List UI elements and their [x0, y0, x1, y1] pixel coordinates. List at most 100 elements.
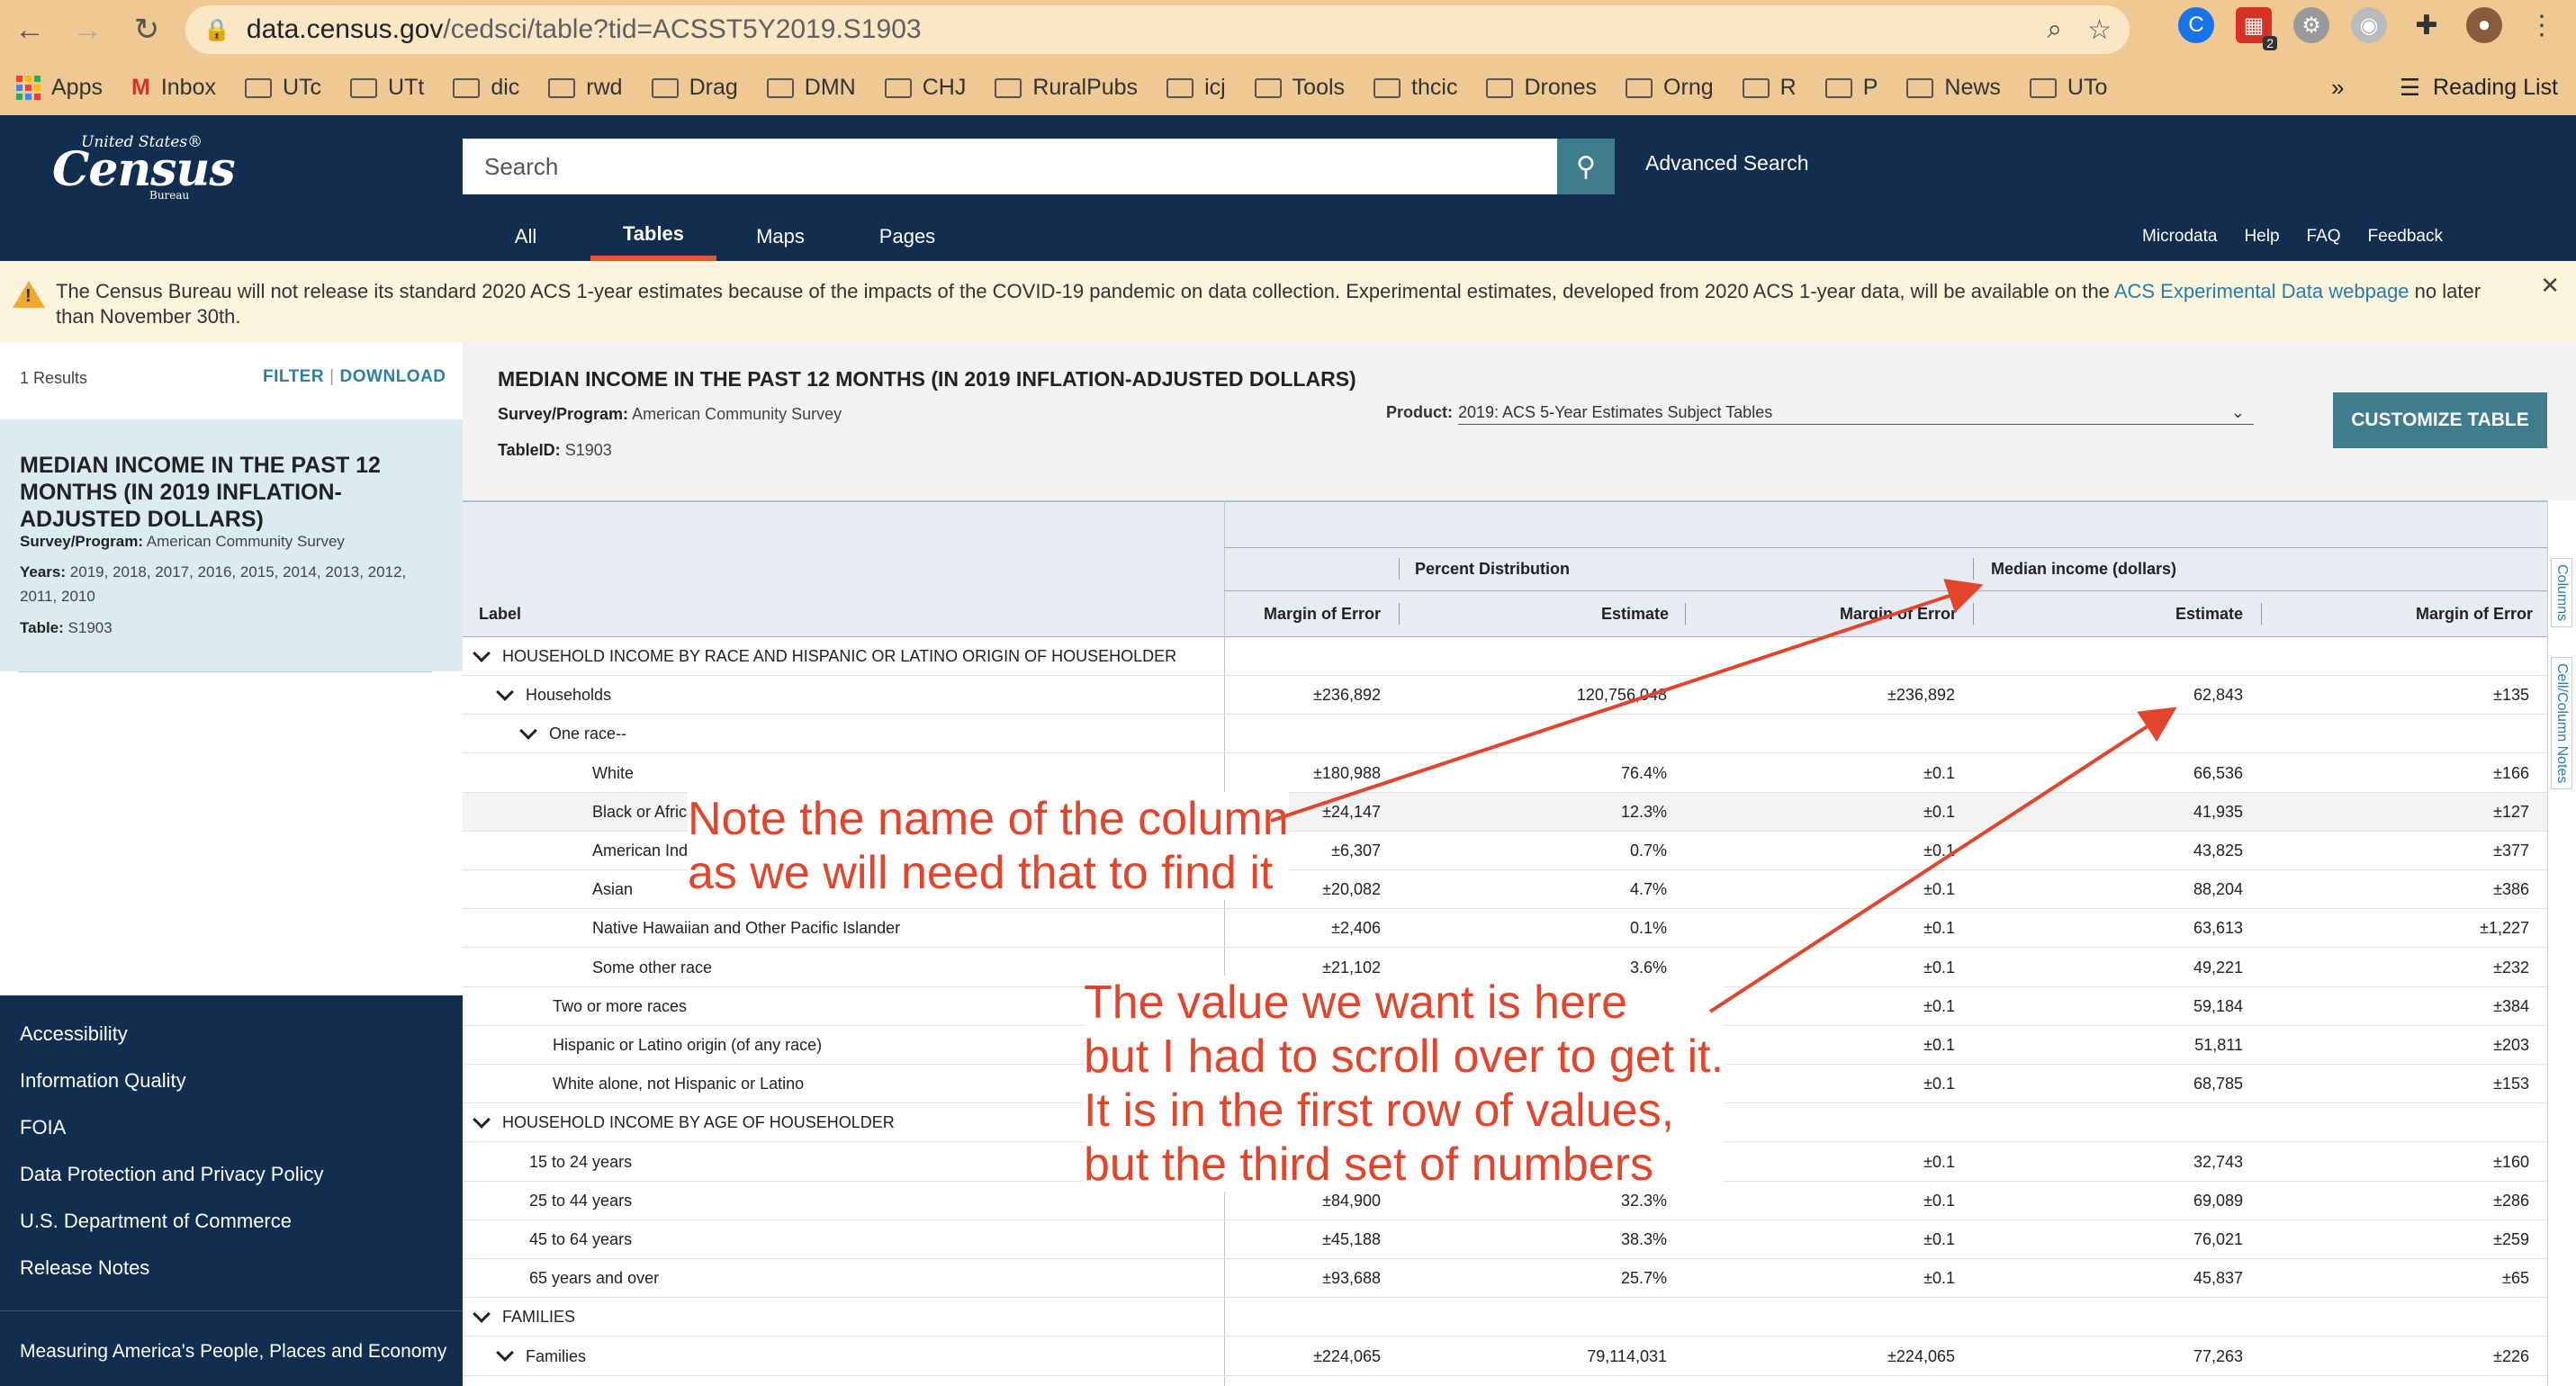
bookmark-p[interactable]: P [1824, 75, 1878, 101]
bookmark-apps[interactable]: Apps [16, 75, 103, 101]
table-row[interactable]: One race-- [463, 715, 2547, 754]
bookmark-dic[interactable]: dic [453, 75, 519, 101]
bookmark-news[interactable]: News [1906, 75, 2001, 101]
table-cell [1973, 715, 2261, 753]
table-row[interactable]: 65 years and over ±93,688 25.7% ±0.1 45,837 ±… [463, 1259, 2547, 1299]
feedback-link[interactable]: Feedback [2368, 227, 2443, 247]
chevron-down-icon[interactable] [519, 721, 537, 740]
bookmark-rwd[interactable]: rwd [548, 75, 623, 101]
table-cell: 32,743 [2193, 1152, 2243, 1171]
table-row[interactable]: Households ±236,892 120,756,048 ±236,892 62,… [463, 676, 2547, 716]
columns-tab[interactable]: Columns [2551, 558, 2572, 628]
bookmark-r[interactable]: R [1742, 75, 1797, 101]
tab-all[interactable]: All [493, 212, 558, 261]
cell-column-notes-tab[interactable]: Cell/Column Notes [2551, 657, 2572, 790]
reload-icon[interactable]: ↻ [126, 9, 167, 50]
bookmark-drones[interactable]: Drones [1486, 75, 1597, 101]
back-icon[interactable]: ← [9, 9, 50, 50]
extension-calendar-icon[interactable]: ▦ 2 [2236, 7, 2277, 50]
help-link[interactable]: Help [2244, 227, 2279, 247]
column-header-moe-3[interactable]: Margin of Error [2261, 605, 2533, 624]
bookmark-orng[interactable]: Orng [1626, 75, 1714, 101]
extensions-puzzle-icon[interactable]: ✚ [2409, 7, 2445, 43]
bookmark-thcic[interactable]: thcic [1374, 75, 1457, 101]
reading-list-button[interactable]: ☰ Reading List [2400, 65, 2558, 110]
table-cell: ±224,065 [1313, 1346, 1381, 1365]
table-cell: 25.7% [1620, 1269, 1667, 1288]
extension-camera-icon[interactable]: ◉ [2351, 7, 2387, 43]
table-cell [2261, 715, 2547, 753]
extension-gear-icon[interactable]: ⚙ [2293, 7, 2329, 43]
table-cell: ±0.1 [1923, 1036, 1955, 1054]
product-select[interactable]: Product: 2019: ACS 5-Year Estimates Subje… [1386, 403, 2254, 425]
table-cell: ±0.1 [1923, 958, 1955, 976]
search-button[interactable]: ⚲ [1557, 139, 1615, 194]
search-input[interactable]: Search [463, 139, 1557, 194]
tab-maps[interactable]: Maps [740, 212, 821, 261]
row-label: Native Hawaiian and Other Pacific Island… [592, 919, 901, 938]
bookmarks-overflow-icon[interactable]: » [2331, 65, 2344, 110]
group-header-percent-distribution[interactable]: Percent Distribution [1415, 560, 1570, 579]
advanced-search-link[interactable]: Advanced Search [1645, 151, 1809, 176]
extension-c-icon[interactable]: C [2178, 7, 2214, 43]
folder-icon [1906, 78, 1934, 98]
table-cell: ±377 [2493, 842, 2529, 860]
profile-avatar[interactable]: ● [2466, 7, 2502, 43]
menu-icon[interactable]: ⋮ [2524, 7, 2560, 43]
table-row[interactable]: White ±180,988 76.4% ±0.1 66,536 ±166 [463, 754, 2547, 793]
bookmark-ruralpubs[interactable]: RuralPubs [995, 75, 1138, 101]
footer-privacy-link[interactable]: Data Protection and Privacy Policy [20, 1163, 324, 1186]
group-header-median-income[interactable]: Median income (dollars) [1991, 560, 2176, 579]
chevron-down-icon[interactable] [473, 1110, 491, 1129]
filter-link[interactable]: FILTER [263, 367, 324, 386]
chevron-down-icon[interactable] [473, 644, 491, 662]
forward-icon[interactable]: → [67, 9, 108, 50]
result-card-table: Table: S1903 [20, 619, 113, 636]
column-header-moe-1[interactable]: Margin of Error [1224, 605, 1381, 624]
bookmark-utc[interactable]: UTc [244, 75, 321, 101]
bookmark-uto[interactable]: UTo [2029, 75, 2107, 101]
table-cell: ±135 [2493, 686, 2529, 705]
table-row[interactable]: 45 to 64 years ±45,188 38.3% ±0.1 76,021 ±259 [463, 1220, 2547, 1259]
footer-foia-link[interactable]: FOIA [20, 1116, 66, 1139]
bookmark-utt[interactable]: UTt [350, 75, 424, 101]
chevron-down-icon[interactable] [496, 682, 514, 701]
column-header-label[interactable]: Label [479, 605, 521, 624]
column-header-moe-2[interactable]: Margin of Error [1685, 605, 1957, 624]
zoom-icon[interactable]: ⌕ [2047, 14, 2062, 46]
folder-icon [766, 78, 794, 98]
column-header-estimate-2[interactable]: Estimate [1973, 605, 2243, 624]
table-row[interactable]: Families ±224,065 79,114,031 ±224,065 77,263… [463, 1337, 2547, 1376]
download-link[interactable]: DOWNLOAD [340, 367, 446, 386]
bookmark-tools[interactable]: Tools [1254, 75, 1345, 101]
bookmark-star-icon[interactable]: ☆ [2087, 14, 2112, 46]
table-row[interactable]: FAMILIES [463, 1298, 2547, 1337]
bookmark-chj[interactable]: CHJ [884, 75, 966, 101]
acs-experimental-link[interactable]: ACS Experimental Data webpage [2114, 280, 2409, 302]
faq-link[interactable]: FAQ [2307, 227, 2341, 247]
footer-information-quality-link[interactable]: Information Quality [20, 1069, 186, 1093]
table-row[interactable]: HOUSEHOLD INCOME BY RACE AND HISPANIC OR… [463, 637, 2547, 676]
row-label: Families [463, 1337, 1224, 1376]
table-row[interactable]: Native Hawaiian and Other Pacific Island… [463, 909, 2547, 949]
folder-icon [1824, 78, 1852, 98]
bookmark-icj[interactable]: icj [1166, 75, 1226, 101]
customize-table-button[interactable]: CUSTOMIZE TABLE [2333, 392, 2547, 448]
tab-tables[interactable]: Tables [590, 212, 716, 261]
microdata-link[interactable]: Microdata [2142, 227, 2217, 247]
footer-accessibility-link[interactable]: Accessibility [20, 1022, 128, 1046]
bookmark-drag[interactable]: Drag [651, 75, 738, 101]
address-bar[interactable]: 🔒 data.census.gov/cedsci/table?tid=ACSST… [185, 5, 2130, 54]
column-header-estimate-1[interactable]: Estimate [1399, 605, 1669, 624]
bookmark-inbox[interactable]: M Inbox [131, 75, 216, 101]
result-card[interactable]: MEDIAN INCOME IN THE PAST 12 MONTHS (IN … [0, 419, 463, 671]
close-icon[interactable]: ✕ [2540, 272, 2560, 300]
footer-commerce-link[interactable]: U.S. Department of Commerce [20, 1210, 292, 1233]
table-cell: 77,263 [2193, 1346, 2243, 1365]
footer-release-notes-link[interactable]: Release Notes [20, 1256, 149, 1280]
bookmark-dmn[interactable]: DMN [766, 75, 856, 101]
chevron-down-icon[interactable] [496, 1344, 514, 1362]
chevron-down-icon[interactable] [473, 1304, 491, 1323]
table-cell [1224, 1298, 1399, 1336]
tab-pages[interactable]: Pages [869, 212, 945, 261]
